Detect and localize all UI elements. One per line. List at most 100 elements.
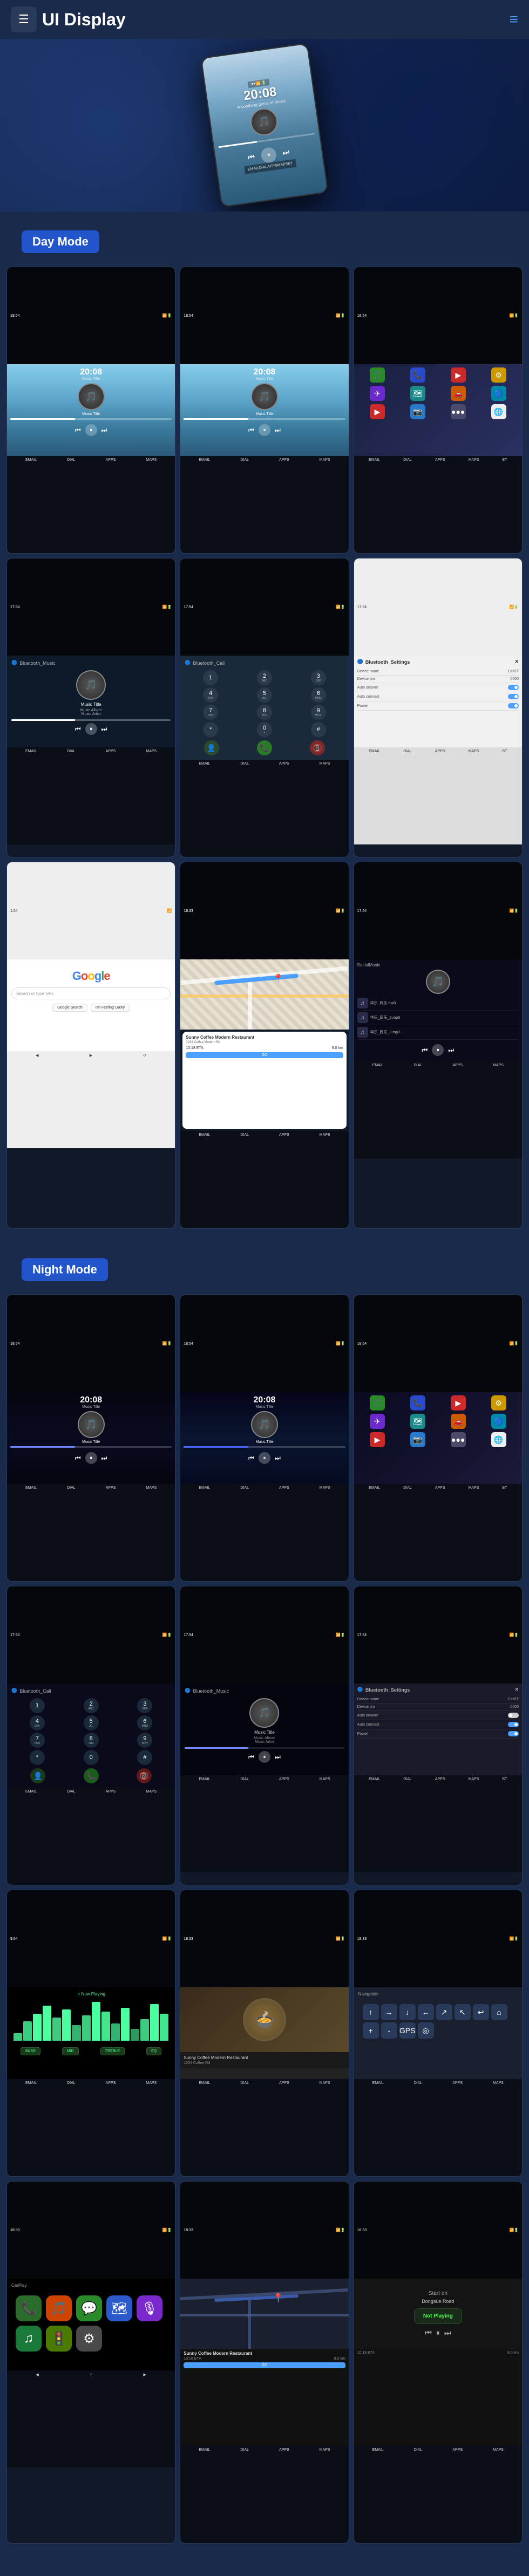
btp-hangup[interactable]: 📵 (310, 740, 325, 755)
nag-app-settings[interactable]: ⚙ (491, 1395, 506, 1410)
bts-auto-answer-toggle[interactable] (508, 685, 519, 690)
nm2-next[interactable]: ⏭ (275, 1454, 281, 1462)
ndial-star[interactable]: * (30, 1750, 45, 1765)
ndial-8[interactable]: 8TUV (84, 1733, 99, 1748)
dial-8[interactable]: 8TUV (257, 705, 272, 720)
google-search-btn[interactable]: Google Search (52, 1004, 87, 1012)
nnp-next[interactable]: ⏭ (444, 2328, 451, 2338)
nm2-prev[interactable]: ⏮ (248, 1454, 254, 1462)
nwv-btn-3[interactable]: TREBLE (100, 2047, 125, 2055)
app-media[interactable]: ▶ (451, 367, 466, 383)
nag-app-media[interactable]: ▶ (451, 1395, 466, 1410)
dial-9[interactable]: 9WXY (311, 705, 326, 720)
nnav-up[interactable]: ↑ (363, 2004, 379, 2020)
nnav-u-turn[interactable]: ↩ (473, 2004, 489, 2020)
ncp-music[interactable]: 🎵 (46, 2295, 72, 2321)
nts-power[interactable]: Power (357, 1729, 519, 1739)
dial-hash[interactable]: # (311, 722, 326, 737)
nwv-btn-2[interactable]: MID (62, 2047, 79, 2055)
sm1-next[interactable]: ⏭ (101, 426, 107, 434)
nnav-right[interactable]: → (381, 2004, 397, 2020)
nag-app-browser[interactable]: 🌐 (491, 1432, 506, 1447)
hero-play-button[interactable]: ⏸ (260, 146, 277, 163)
bts-auto-answer[interactable]: Auto answer (357, 683, 519, 692)
ncp-maps[interactable]: 🗺 (106, 2295, 132, 2321)
nnav-zoom-in[interactable]: + (363, 2022, 379, 2039)
nnp-play[interactable]: ⏸ (436, 2328, 440, 2338)
sm1-prev[interactable]: ⏮ (75, 426, 81, 434)
nag-app-music[interactable]: 🎵 (370, 1395, 385, 1410)
ndial-5[interactable]: 5JKL (84, 1715, 99, 1730)
ncp-messages[interactable]: 💬 (76, 2295, 102, 2321)
app-camera[interactable]: 📷 (410, 404, 425, 419)
soc-track-1[interactable]: ♫ 华乐_同乐.mp3 (357, 996, 519, 1011)
google-search-bar[interactable]: Search or type URL (11, 987, 171, 999)
ndial-1[interactable]: 1 (30, 1698, 45, 1713)
nph-contacts[interactable]: 👤 (30, 1768, 45, 1783)
ndial-2[interactable]: 2ABC (84, 1698, 99, 1713)
nag-app-more[interactable]: ●●● (451, 1432, 466, 1447)
hero-next-button[interactable]: ⏭ (282, 147, 290, 158)
dial-7[interactable]: 7PRS (203, 705, 218, 720)
ndial-9[interactable]: 9WXY (137, 1733, 152, 1748)
nag-app-navi[interactable]: 🗺 (410, 1414, 425, 1429)
nag-app-telegram[interactable]: ✈ (370, 1414, 385, 1429)
bts-power-toggle[interactable] (508, 703, 519, 708)
nm1-next[interactable]: ⏭ (101, 1454, 107, 1462)
sm2-prev[interactable]: ⏮ (248, 426, 254, 434)
nag-app-phone[interactable]: 📞 (410, 1395, 425, 1410)
ndial-7[interactable]: 7PRS (30, 1733, 45, 1748)
nav-menu-icon[interactable]: ≡ (510, 11, 518, 28)
nnav-gps[interactable]: GPS (399, 2022, 416, 2039)
app-browser[interactable]: 🌐 (491, 404, 506, 419)
nnav-left[interactable]: ← (418, 2004, 434, 2020)
sm1-play[interactable]: ⏸ (85, 424, 97, 436)
ncp-phone[interactable]: 📞 (16, 2295, 42, 2321)
ndial-4[interactable]: 4GHI (30, 1715, 45, 1730)
nts-auto-answer-toggle[interactable] (508, 1713, 519, 1718)
ncp-spotify[interactable]: ♫ (16, 2326, 42, 2352)
nbm-prev[interactable]: ⏮ (248, 1753, 254, 1761)
nnav-down[interactable]: ↓ (399, 2004, 416, 2020)
nnav-turn-left[interactable]: ↖ (455, 2004, 471, 2020)
app-settings[interactable]: ⚙ (491, 367, 506, 383)
nbm-next[interactable]: ⏭ (275, 1753, 281, 1761)
nm1-progress[interactable] (10, 1446, 172, 1448)
app-youtube[interactable]: ▶ (370, 404, 385, 419)
nag-app-car[interactable]: 🚗 (451, 1414, 466, 1429)
ncp-podcast[interactable]: 🎙 (137, 2295, 162, 2321)
dial-6[interactable]: 6MNO (311, 687, 326, 703)
nwv-btn-1[interactable]: BASS (21, 2047, 40, 2055)
nag-app-cam[interactable]: 📷 (410, 1432, 425, 1447)
nnav-center[interactable]: ◎ (418, 2022, 434, 2039)
nmap-go[interactable]: GO (184, 2362, 345, 2368)
dial-5[interactable]: 5JKL (257, 687, 272, 703)
app-music[interactable]: 🎵 (370, 367, 385, 383)
nph-hangup[interactable]: 📵 (137, 1768, 152, 1783)
soc-track-3[interactable]: ♫ 华乐_同乐_3.mp3 (357, 1025, 519, 1040)
nav-go-button[interactable]: GO (186, 1052, 343, 1058)
btp-contacts[interactable]: 👤 (204, 740, 219, 755)
bts-auto-connect[interactable]: Auto connect (357, 692, 519, 701)
soc-next[interactable]: ⏭ (448, 1046, 454, 1054)
nbm-play[interactable]: ⏸ (259, 1751, 270, 1763)
ndial-6[interactable]: 6MNO (137, 1715, 152, 1730)
sm1-progress[interactable] (10, 418, 172, 420)
nnp-prev[interactable]: ⏮ (425, 2328, 432, 2338)
ncp-settings[interactable]: ⚙ (76, 2326, 102, 2352)
dial-4[interactable]: 4GHI (203, 687, 218, 703)
nwv-btn-4[interactable]: EQ (146, 2047, 161, 2055)
nnav-home[interactable]: ⌂ (491, 2004, 507, 2020)
app-vehiclecar[interactable]: 🚗 (451, 386, 466, 401)
nts-power-toggle[interactable] (508, 1731, 519, 1736)
nph-call[interactable]: 📞 (84, 1768, 99, 1783)
ndial-hash[interactable]: # (137, 1750, 152, 1765)
nbm-progress[interactable] (185, 1747, 344, 1749)
nnav-turn-right[interactable]: ↗ (436, 2004, 452, 2020)
hero-prev-button[interactable]: ⏮ (247, 152, 255, 162)
dial-1[interactable]: 1 (203, 670, 218, 685)
app-telegram[interactable]: ✈ (370, 386, 385, 401)
dial-2[interactable]: 2ABC (257, 670, 272, 685)
bts-power[interactable]: Power (357, 701, 519, 711)
nts-auto-connect-toggle[interactable] (508, 1722, 519, 1727)
